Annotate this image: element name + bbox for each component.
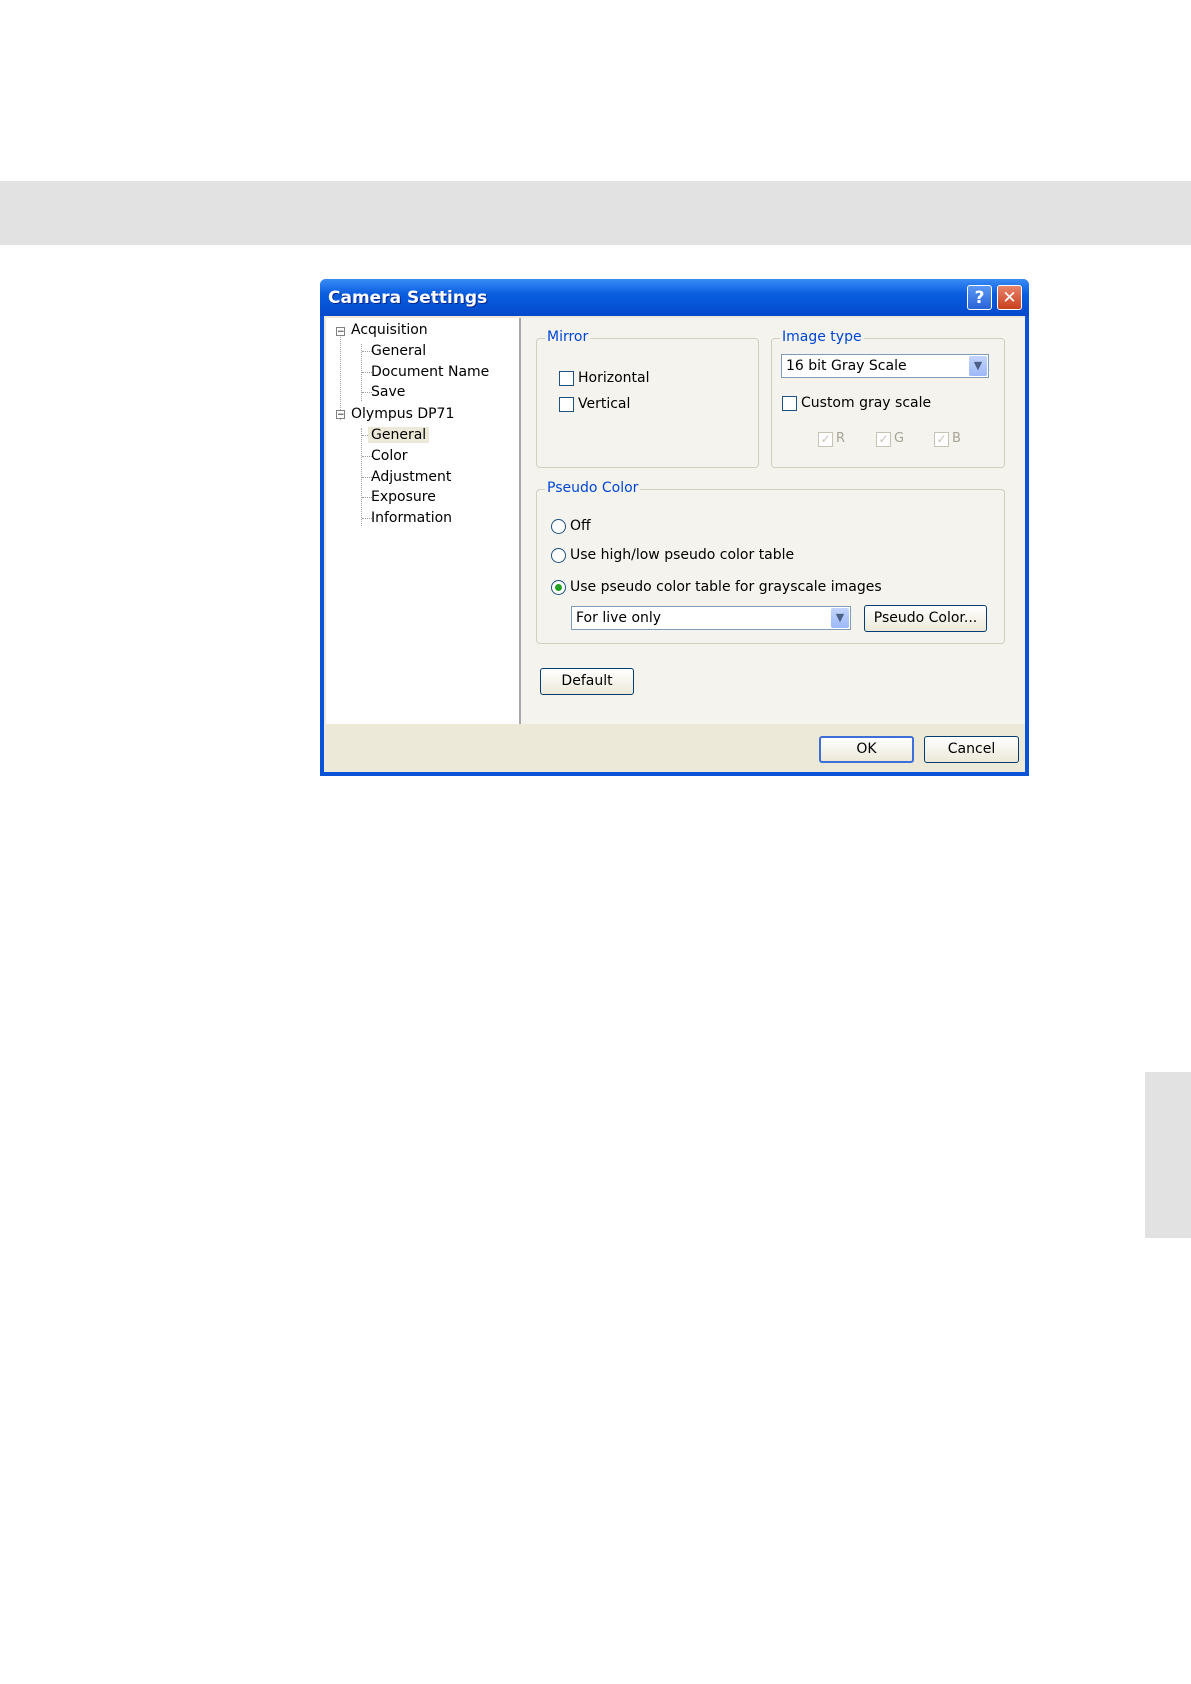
pseudo-mode-select[interactable]: For live only ▼ [571, 606, 851, 630]
tree-item-save[interactable]: Save [371, 384, 405, 400]
g-checkbox[interactable]: ✓ [876, 432, 891, 447]
tree-item-acquisition-general[interactable]: General [371, 343, 426, 359]
tree-item-document-name[interactable]: Document Name [371, 364, 489, 380]
mirror-group: Mirror Horizontal Vertical [536, 329, 759, 468]
chevron-down-icon[interactable]: ▼ [831, 608, 849, 628]
pseudo-color-button[interactable]: Pseudo Color... [864, 605, 987, 632]
pseudo-off-label: Off [570, 518, 591, 534]
close-icon[interactable]: ✕ [997, 285, 1022, 310]
vertical-checkbox[interactable] [559, 397, 574, 412]
vertical-label: Vertical [578, 396, 631, 412]
pseudo-mode-value: For live only [576, 610, 662, 626]
chevron-down-icon[interactable]: ▼ [969, 356, 987, 376]
image-type-group: Image type 16 bit Gray Scale ▼ Custom gr… [771, 329, 1005, 468]
grayscale-table-radio[interactable] [551, 580, 566, 595]
settings-tree: − Acquisition General Document Name Save… [326, 318, 521, 724]
mirror-group-title: Mirror [545, 329, 591, 345]
tree-item-acquisition[interactable]: Acquisition [351, 322, 428, 338]
high-low-radio[interactable] [551, 548, 566, 563]
pseudo-color-group-title: Pseudo Color [545, 480, 641, 496]
image-type-select[interactable]: 16 bit Gray Scale ▼ [781, 354, 989, 378]
dialog-client-area: − Acquisition General Document Name Save… [324, 316, 1025, 772]
r-checkbox[interactable]: ✓ [818, 432, 833, 447]
title-bar[interactable]: Camera Settings ? ✕ [320, 279, 1029, 316]
image-type-group-title: Image type [780, 329, 864, 345]
r-label: R [836, 431, 846, 446]
tree-item-color[interactable]: Color [371, 448, 408, 464]
page-header-band [0, 181, 1191, 245]
default-button[interactable]: Default [540, 668, 634, 695]
settings-panel: Mirror Horizontal Vertical Image type 16… [521, 318, 1025, 724]
horizontal-checkbox[interactable] [559, 371, 574, 386]
tree-item-exposure[interactable]: Exposure [371, 489, 436, 505]
b-checkbox[interactable]: ✓ [934, 432, 949, 447]
grayscale-table-label: Use pseudo color table for grayscale ima… [570, 579, 882, 595]
collapse-acquisition-icon[interactable]: − [336, 327, 345, 337]
pseudo-color-group: Pseudo Color Off Use high/low pseudo col… [536, 480, 1005, 644]
high-low-label: Use high/low pseudo color table [570, 547, 795, 563]
tree-item-olympus-dp71[interactable]: Olympus DP71 [351, 406, 454, 422]
tree-item-camera-general[interactable]: General [368, 427, 430, 443]
custom-gray-checkbox[interactable] [782, 396, 797, 411]
pseudo-off-radio[interactable] [551, 519, 566, 534]
camera-settings-dialog: Camera Settings ? ✕ − Acquisition Genera… [320, 279, 1029, 776]
tree-item-adjustment[interactable]: Adjustment [371, 469, 451, 485]
g-label: G [894, 431, 905, 446]
image-type-value: 16 bit Gray Scale [786, 358, 907, 374]
cancel-button[interactable]: Cancel [924, 736, 1019, 763]
help-icon[interactable]: ? [967, 285, 992, 310]
page-side-tab [1145, 1072, 1191, 1238]
dialog-title: Camera Settings [328, 288, 488, 308]
custom-gray-label: Custom gray scale [801, 395, 932, 411]
horizontal-label: Horizontal [578, 370, 650, 386]
collapse-olympus-icon[interactable]: − [336, 410, 345, 420]
b-label: B [952, 431, 961, 446]
ok-button[interactable]: OK [819, 736, 914, 763]
tree-item-information[interactable]: Information [371, 510, 452, 526]
